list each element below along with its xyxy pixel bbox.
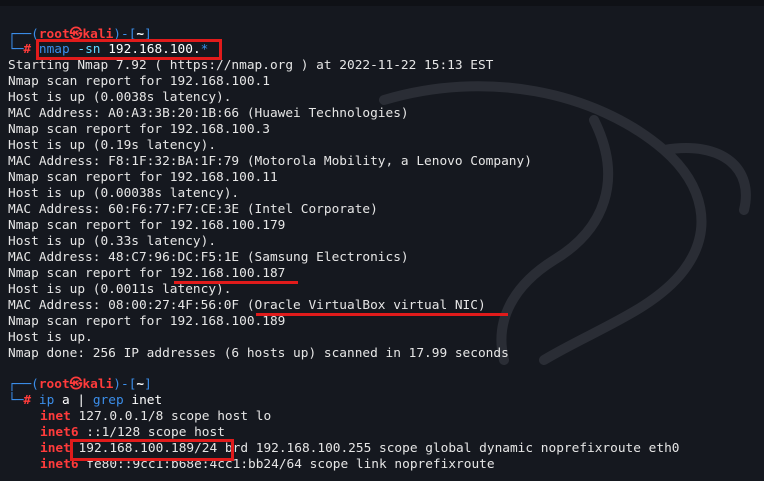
nmap-output-line: Nmap scan report for 192.168.100.189	[8, 314, 286, 329]
prompt-command-2: └─# ip a | grep inet	[8, 393, 163, 408]
nmap-output-line: Nmap scan report for 192.168.100.179	[8, 218, 286, 233]
nmap-output-line: Nmap scan report for 192.168.100.11	[8, 170, 278, 185]
command-highlight-box	[36, 39, 222, 60]
vendor-underline	[256, 313, 508, 316]
ip-underline	[174, 281, 298, 284]
nmap-output-line: Nmap scan report for 192.168.100.3	[8, 122, 270, 137]
nmap-output-line: Starting Nmap 7.92 ( https://nmap.org ) …	[8, 58, 494, 73]
nmap-output-line: Nmap scan report for 192.168.100.187	[8, 266, 286, 281]
nmap-output-line: Host is up.	[8, 330, 93, 345]
nmap-output-line: Host is up (0.33s latency).	[8, 234, 217, 249]
nmap-output-line: Host is up (0.00038s latency).	[8, 186, 240, 201]
ip-output-line: inet 127.0.0.1/8 scope host lo	[40, 409, 272, 424]
nmap-output-line: Nmap scan report for 192.168.100.1	[8, 74, 270, 89]
nmap-output-line: Nmap done: 256 IP addresses (6 hosts up)…	[8, 346, 509, 361]
nmap-output-line: Host is up (0.19s latency).	[8, 138, 217, 153]
nmap-output-line: Host is up (0.0011s latency).	[8, 282, 232, 297]
nmap-output-line: MAC Address: A0:A3:3B:20:1B:66 (Huawei T…	[8, 106, 409, 121]
nmap-output-line: MAC Address: 08:00:27:4F:56:0F (Oracle V…	[8, 298, 486, 313]
ip-address-highlight-box	[70, 439, 234, 461]
nmap-output-line: Host is up (0.0038s latency).	[8, 90, 232, 105]
ip-command: ip	[38, 393, 55, 408]
nmap-output-line: MAC Address: F8:1F:32:BA:1F:79 (Motorola…	[8, 154, 532, 169]
nmap-output-line: MAC Address: 60:F6:77:F7:CE:3E (Intel Co…	[8, 202, 378, 217]
terminal-output[interactable]: ┌──(root㉿kali)-[~] └─# nmap -sn 192.168.…	[0, 0, 764, 481]
nmap-output-line: MAC Address: 48:C7:96:DC:F5:1E (Samsung …	[8, 250, 409, 265]
prompt-header-2: ┌──(root㉿kali)-[~]	[8, 377, 152, 392]
